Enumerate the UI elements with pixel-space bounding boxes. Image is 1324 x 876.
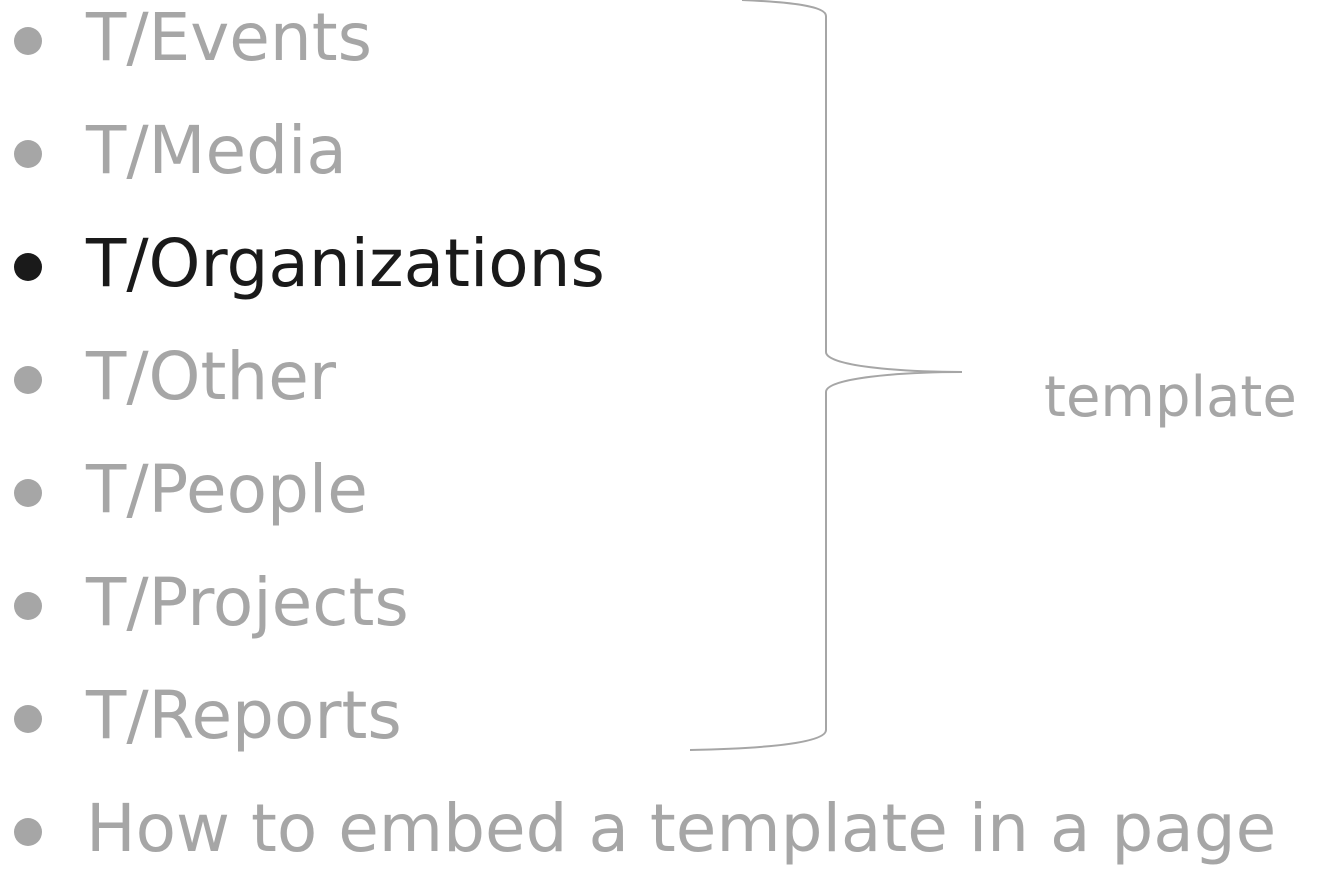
- bullet-icon: [14, 818, 42, 846]
- brace-label: template: [1044, 365, 1297, 430]
- bullet-icon: [14, 592, 42, 620]
- bullet-icon: [14, 140, 42, 168]
- list-item-label: T/Events: [86, 0, 373, 76]
- bullet-icon: [14, 366, 42, 394]
- bullet-icon: [14, 705, 42, 733]
- bullet-icon: [14, 253, 42, 281]
- list-item-label: T/Projects: [86, 564, 409, 641]
- list-item-label: T/Reports: [86, 677, 402, 754]
- list-item-label: How to embed a template in a page: [86, 790, 1277, 867]
- list-item-label: T/People: [86, 451, 368, 528]
- bullet-icon: [14, 479, 42, 507]
- list-item-label: T/Other: [86, 338, 336, 415]
- curly-brace-icon: [689, 0, 963, 751]
- bullet-icon: [14, 27, 42, 55]
- list-item-label: T/Media: [86, 112, 347, 189]
- list-item-label: T/Organizations: [86, 225, 605, 302]
